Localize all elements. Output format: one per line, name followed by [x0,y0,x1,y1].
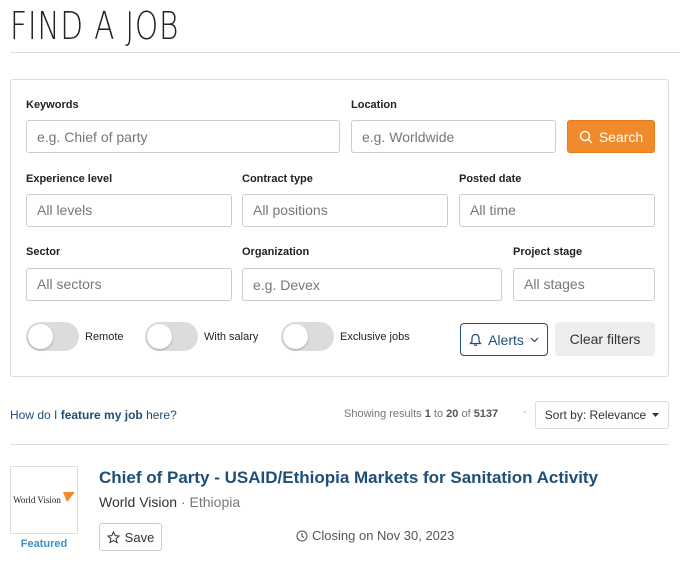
salary-toggle[interactable]: With salary [145,322,258,351]
stage-select[interactable]: All stages [513,268,655,301]
remote-toggle-label: Remote [85,330,124,343]
results-total: 5137 [473,408,499,420]
save-job-button[interactable]: Save [99,523,162,551]
search-icon [579,130,593,144]
contract-select[interactable]: All positions [242,194,448,227]
results-count: Showing results 1 to 20 of 5137 [344,408,498,420]
keywords-label: Keywords [26,99,79,111]
switch-knob [283,324,308,349]
closing-date: Closing on Nov 30, 2023 [296,528,454,543]
clock-icon [296,529,308,542]
organization-input[interactable] [242,268,502,301]
caret-down-icon [652,413,660,417]
filter-panel: Keywords Location Search Experience leve… [10,79,669,377]
experience-label: Experience level [26,173,113,185]
keywords-input[interactable] [26,120,340,153]
sector-label: Sector [26,246,61,258]
bell-icon [469,333,482,346]
remote-switch[interactable] [26,322,79,351]
star-icon [106,530,120,544]
list-divider [10,444,669,445]
posted-label: Posted date [459,173,522,185]
feature-link-suffix: here? [142,408,177,422]
results-separator: · [523,406,527,418]
logo-mark-icon [62,492,75,502]
posted-select[interactable]: All time [459,194,655,227]
title-divider [10,52,680,53]
switch-knob [147,324,172,349]
save-button-label: Save [124,529,155,545]
sort-dropdown[interactable]: Sort by: Relevance [535,401,669,429]
job-organization: World Vision [99,494,178,510]
org-separator: · [177,494,190,510]
exclusive-switch[interactable] [281,322,334,351]
feature-job-link[interactable]: How do I feature my job here? [10,408,177,422]
alerts-button[interactable]: Alerts [460,323,548,356]
remote-toggle[interactable]: Remote [26,322,124,351]
feature-link-bold: feature my job [60,408,143,422]
location-input[interactable] [351,120,556,153]
search-button-label: Search [598,128,644,145]
job-country: Ethiopia [189,494,241,510]
salary-switch[interactable] [145,322,198,351]
org-logo[interactable]: World Vision [10,466,78,534]
logo-text: World Vision [13,495,61,505]
feature-link-prefix: How do I [10,408,61,422]
sector-select[interactable]: All sectors [26,268,232,301]
salary-toggle-label: With salary [204,330,259,343]
organization-label: Organization [242,246,310,258]
results-end: 20 [446,408,459,420]
alerts-button-label: Alerts [488,331,524,348]
sort-label: Sort by: Relevance [544,408,647,422]
exclusive-toggle-label: Exclusive jobs [340,330,410,343]
contract-label: Contract type [242,173,313,185]
clear-filters-button[interactable]: Clear filters [555,322,655,356]
closing-date-text: Closing on Nov 30, 2023 [312,528,455,543]
job-org-line: World Vision · Ethiopia [99,494,240,510]
results-to: to [430,408,447,420]
stage-label: Project stage [513,246,583,258]
location-label: Location [351,99,397,111]
job-title-link[interactable]: Chief of Party - USAID/Ethiopia Markets … [99,468,598,488]
switch-knob [28,324,53,349]
page-title: FIND A JOB [10,4,180,48]
results-of: of [458,408,474,420]
exclusive-toggle[interactable]: Exclusive jobs [281,322,410,351]
search-button[interactable]: Search [567,120,655,153]
chevron-down-icon [530,337,539,342]
experience-select[interactable]: All levels [26,194,232,227]
featured-badge: Featured [20,538,68,550]
results-prefix: Showing results [344,408,425,420]
